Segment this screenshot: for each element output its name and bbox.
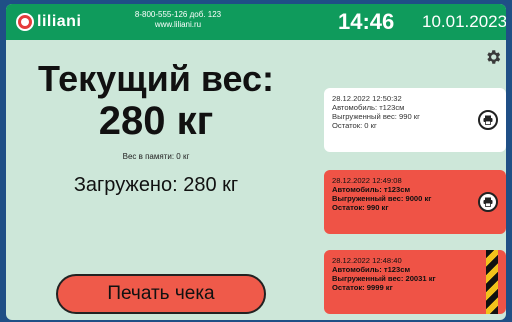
record-unloaded: Выгруженный вес: 20031 кг bbox=[332, 274, 436, 283]
brand-name: liliani bbox=[37, 13, 82, 30]
record-vehicle: Автомобиль: т123см bbox=[332, 265, 411, 274]
phone-number: 8-800-555-126 доб. 123 bbox=[134, 10, 222, 19]
record-vehicle: Автомобиль: т123см bbox=[332, 185, 411, 194]
record-remainder: Остаток: 990 кг bbox=[332, 203, 389, 212]
printer-icon[interactable] bbox=[478, 110, 498, 130]
current-weight: 280 кг bbox=[98, 99, 214, 143]
logo-icon bbox=[16, 13, 34, 31]
record-datetime: 28.12.2022 12:49:08 bbox=[332, 176, 402, 185]
weigh-record[interactable]: 28.12.2022 12:50:32 Автомобиль: т123см В… bbox=[324, 88, 506, 152]
record-unloaded: Выгруженный вес: 9000 кг bbox=[332, 194, 432, 203]
memory-weight: Вес в памяти: 0 кг bbox=[122, 152, 190, 161]
print-receipt-button[interactable]: Печать чека bbox=[56, 274, 266, 314]
current-date: 10.01.2023 bbox=[422, 12, 506, 31]
gear-icon[interactable] bbox=[484, 48, 502, 66]
record-vehicle: Автомобиль: т123см bbox=[332, 103, 405, 112]
hazard-stripes-icon bbox=[486, 250, 498, 314]
app-screen: liliani 8-800-555-126 доб. 123 www.lilia… bbox=[6, 4, 506, 320]
record-remainder: Остаток: 9999 кг bbox=[332, 283, 393, 292]
weight-title: Текущий вес: bbox=[37, 58, 275, 99]
website: www.liliani.ru bbox=[154, 20, 202, 29]
loaded-weight: Загружено: 280 кг bbox=[73, 174, 239, 196]
logo: liliani bbox=[16, 13, 81, 31]
printer-icon[interactable] bbox=[478, 192, 498, 212]
contact-info: 8-800-555-126 доб. 123 www.liliani.ru bbox=[118, 10, 238, 30]
record-datetime: 28.12.2022 12:50:32 bbox=[332, 94, 402, 103]
header-bar: liliani 8-800-555-126 доб. 123 www.lilia… bbox=[6, 4, 506, 40]
weigh-record[interactable]: 28.12.2022 12:49:08 Автомобиль: т123см В… bbox=[324, 170, 506, 234]
weigh-record[interactable]: 28.12.2022 12:48:40 Автомобиль: т123см В… bbox=[324, 250, 506, 314]
clock-time: 14:46 bbox=[338, 9, 395, 34]
record-unloaded: Выгруженный вес: 990 кг bbox=[332, 112, 420, 121]
record-datetime: 28.12.2022 12:48:40 bbox=[332, 256, 402, 265]
record-remainder: Остаток: 0 кг bbox=[332, 121, 377, 130]
